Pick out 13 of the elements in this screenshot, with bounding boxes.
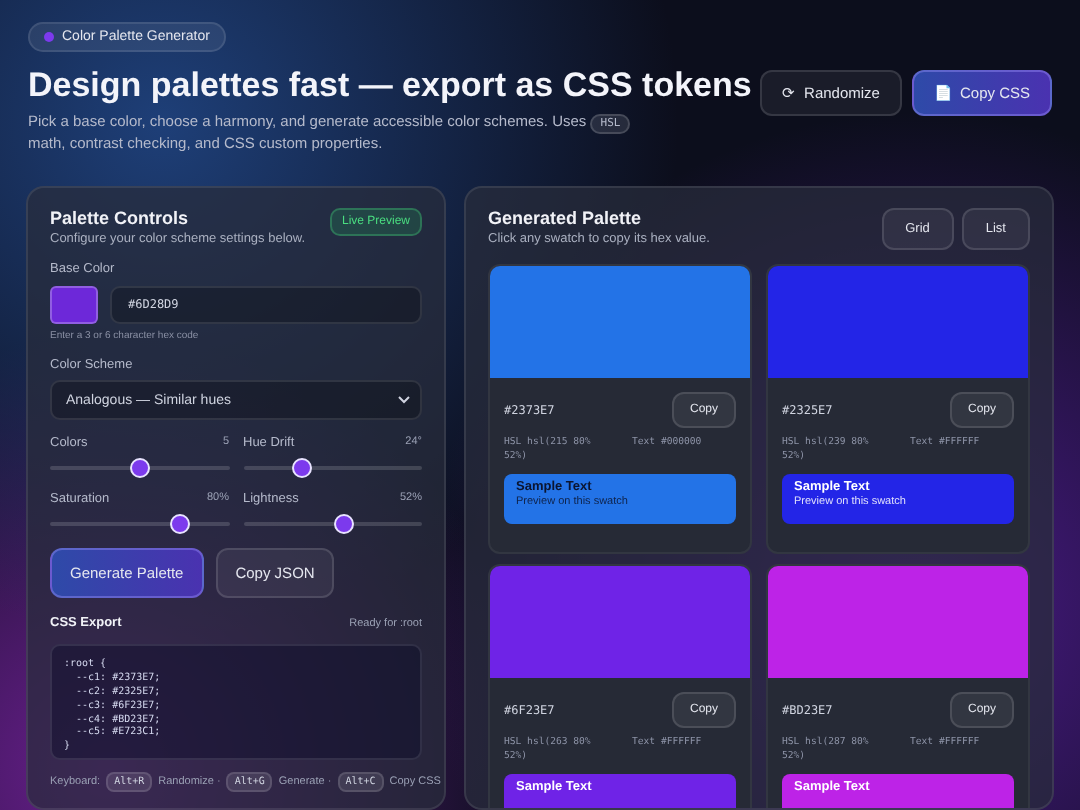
color-swatch[interactable] xyxy=(768,566,1028,678)
color-swatch-picker[interactable] xyxy=(50,286,98,324)
page-title: Design palettes fast — export as CSS tokens xyxy=(28,65,752,106)
slider-thumb[interactable] xyxy=(333,514,354,534)
color-swatch[interactable] xyxy=(490,266,750,378)
panel-title: Palette Controls xyxy=(50,208,191,228)
slider-thumb[interactable] xyxy=(170,514,191,534)
chevron-down-icon xyxy=(398,396,410,404)
slider-thumb[interactable] xyxy=(129,458,150,478)
color-swatch[interactable] xyxy=(768,266,1028,378)
slider-thumb[interactable] xyxy=(292,458,313,478)
panel-title: Generated Palette xyxy=(488,208,644,228)
color-swatch[interactable] xyxy=(490,566,750,678)
